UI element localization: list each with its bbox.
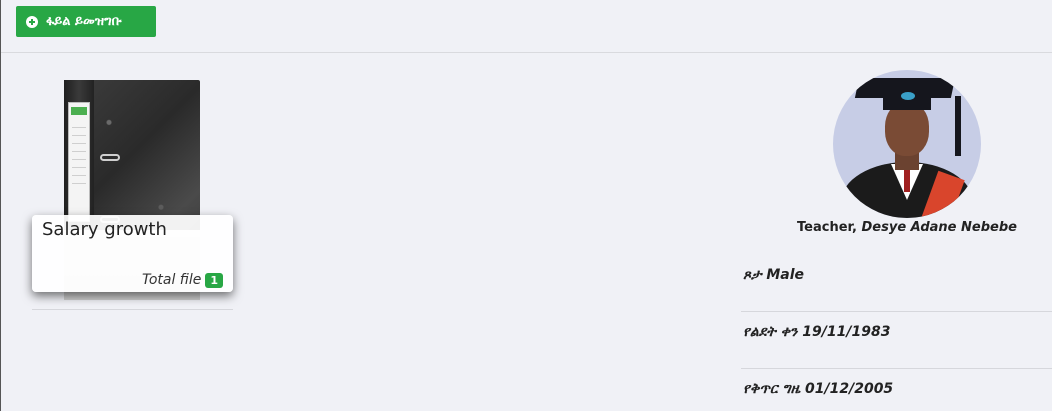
hire-date-row: የቅጥር ግዜ 01/12/2005 xyxy=(741,369,1052,411)
hire-date-label: የቅጥር ግዜ xyxy=(743,381,801,397)
file-card-overlay: Salary growth Total file 1 xyxy=(32,215,233,292)
teacher-name-line: Teacher, Desye Adane Nebebe xyxy=(741,220,1052,235)
birth-date-value: 19/11/1983 xyxy=(802,324,891,340)
gender-label: ጾታ xyxy=(743,267,762,283)
teacher-name: Desye Adane Nebebe xyxy=(861,220,1017,235)
hire-date-value: 01/12/2005 xyxy=(805,381,894,397)
gender-value: Male xyxy=(766,267,804,283)
birth-date-label: የልደት ቀን xyxy=(743,324,798,340)
toolbar: ፋይል ይመዝግቡ xyxy=(1,0,1052,53)
gender-row: ጾታ Male xyxy=(741,255,1052,312)
file-folder-card[interactable]: Salary growth Total file 1 xyxy=(32,70,233,310)
add-file-button[interactable]: ፋይል ይመዝግቡ xyxy=(16,6,156,37)
plus-circle-icon xyxy=(26,15,38,28)
add-file-label: ፋይል ይመዝግቡ xyxy=(46,14,122,29)
teacher-role: Teacher, xyxy=(797,220,857,235)
total-file-label: Total file xyxy=(142,272,202,288)
file-card-footer: Total file 1 xyxy=(142,272,223,288)
file-card-title: Salary growth xyxy=(42,219,167,240)
file-count-badge: 1 xyxy=(205,272,223,288)
birth-date-row: የልደት ቀን 19/11/1983 xyxy=(741,312,1052,369)
avatar xyxy=(833,70,981,218)
